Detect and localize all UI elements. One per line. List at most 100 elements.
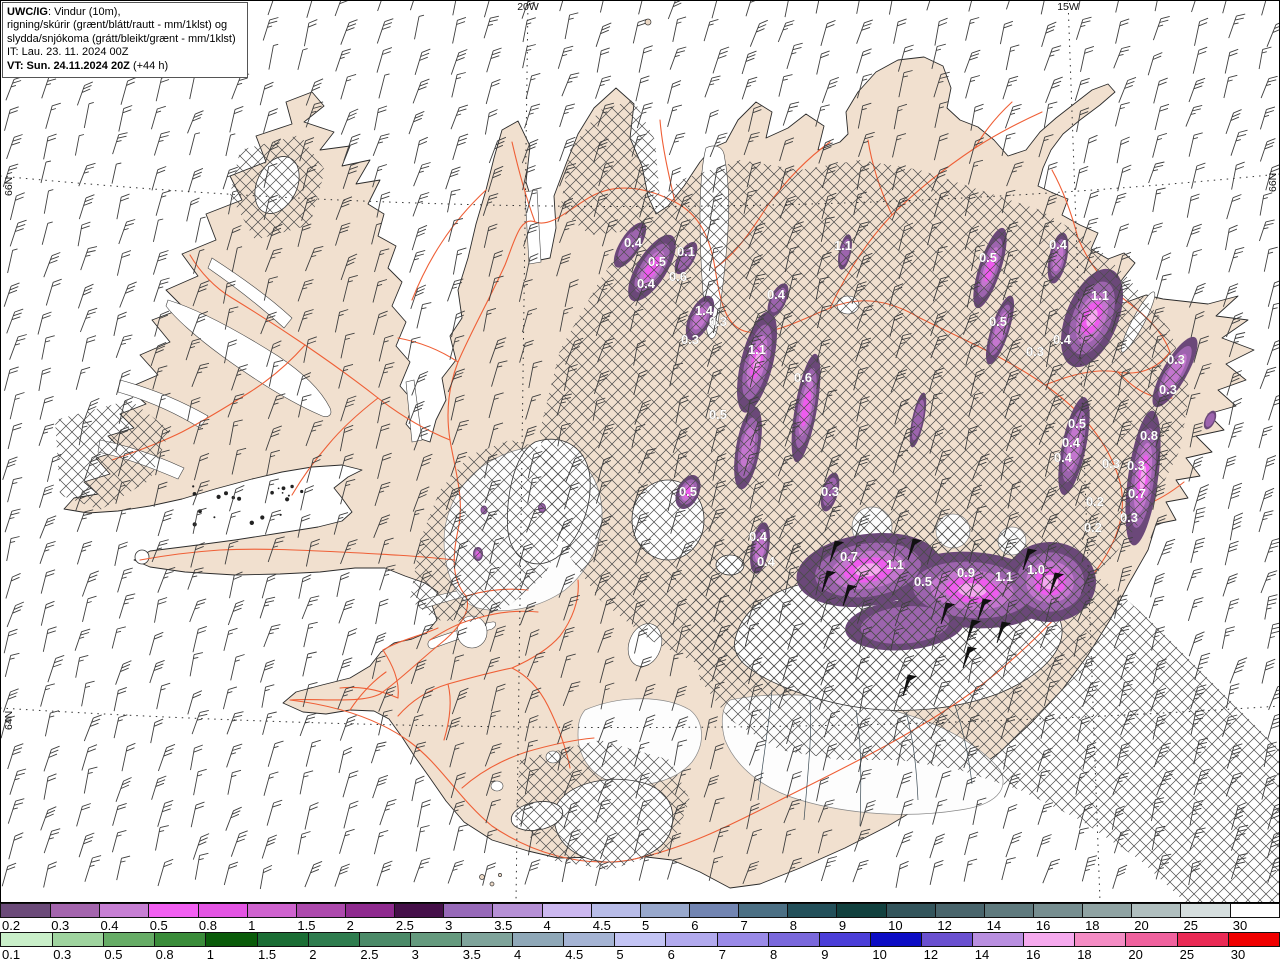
- snow-scale-tick-label: 1.5: [297, 918, 316, 933]
- snow-scale-segment: [443, 904, 493, 917]
- model-name: UWC/IG: [7, 6, 48, 18]
- rain-scale-tick-label: 14: [974, 947, 990, 960]
- rain-scale-tick-label: 2: [309, 947, 317, 960]
- snow-scale-segment: [639, 904, 689, 917]
- snow-scale-tick-label: 6: [691, 918, 699, 933]
- precip-value-label: 0.5: [979, 250, 997, 265]
- snow-scale-segment: [1180, 904, 1230, 917]
- glacier-snaefellsjokull: [134, 549, 150, 565]
- snow-scale-tick-label: 2.5: [395, 918, 414, 933]
- snow-scale-tick-labels: 0.2 0.3 0.4 0.5 0.8 1 1.5 2 2.5 3 3.5 4 4.5 5 6 7 8 9 10 12…: [0, 918, 1280, 933]
- snow-scale-tick-label: 0.5: [149, 918, 168, 933]
- snow-scale-tick-label: 0.8: [198, 918, 217, 933]
- rain-scale-tick-label: 3.5: [462, 947, 481, 960]
- rain-scale-segment: [1074, 933, 1126, 946]
- islet: [281, 492, 284, 494]
- island: [489, 881, 495, 887]
- rain-scale-segment: [1, 933, 53, 946]
- rain-scale-segment: [614, 933, 666, 946]
- snow-scale-segment: [934, 904, 984, 917]
- precip-value-label: 0.2: [1084, 520, 1102, 535]
- rain-scale-tick-label: 25: [1179, 947, 1195, 960]
- snow-scale-tick-label: 3.5: [494, 918, 513, 933]
- snow-scale-segment: [344, 904, 395, 917]
- rain-scale-tick-label: 20: [1128, 947, 1143, 960]
- snow-scale-segment: [541, 904, 591, 917]
- rain-scale-segment: [460, 933, 513, 946]
- snow-scale-segment: [1032, 904, 1083, 917]
- precip-value-label: 0.3: [681, 332, 699, 347]
- snow-scale-tick-label: 25: [1183, 918, 1198, 933]
- precip-value-label: 1.1: [1091, 288, 1109, 303]
- title-line-3: slydda/snjókoma (grátt/bleikt/grænt - mm…: [7, 32, 236, 45]
- precip-value-label: 0.6: [669, 269, 687, 284]
- precip-value-label: 0.5: [679, 484, 697, 499]
- precip-value-label: 0.4: [1053, 332, 1072, 347]
- islet: [270, 490, 274, 495]
- snow-scale-segment: [148, 904, 198, 917]
- rain-scale-segment: [52, 933, 104, 946]
- rain-scale-tick-label: 16: [1026, 947, 1041, 960]
- rain-scale-segment: [665, 933, 717, 946]
- title-line-1: UWC/IG: Vindur (10m),: [7, 6, 243, 19]
- graticule-label: 64N: [3, 711, 15, 730]
- islet: [290, 484, 294, 489]
- precip-value-label: 1.1: [748, 342, 766, 357]
- rain-scale-tick-label: 2.5: [360, 947, 379, 960]
- snow-scale-tick-label: 30: [1232, 918, 1248, 933]
- precip-value-label: 0.3: [1120, 510, 1138, 525]
- rain-scale-segment: [972, 933, 1024, 946]
- snow-scale-tick-label: 18: [1085, 918, 1100, 933]
- islet: [260, 515, 265, 520]
- rain-scale-tick-label: 30: [1230, 947, 1246, 960]
- snow-scale-segment: [1, 904, 51, 917]
- islet: [213, 516, 216, 519]
- forecast-title-box: UWC/IG: Vindur (10m), rigning/skúrir (gr…: [2, 2, 248, 79]
- rain-scale-segment: [154, 933, 206, 946]
- graticule-label: 66N: [3, 177, 15, 196]
- title-variables: : Vindur (10m),: [47, 6, 121, 18]
- rain-scale-tick-label: 12: [923, 947, 939, 960]
- graticule-label: 66N: [1267, 173, 1279, 192]
- precip-value-label: 0.3: [1127, 458, 1145, 473]
- precip-value-label: 0.5: [648, 254, 666, 269]
- snow-scale-tick-label: 14: [986, 918, 1002, 933]
- rain-scale-tick-label: 0.1: [2, 947, 21, 960]
- init-time: IT: Lau. 23. 11. 2024 00Z: [7, 46, 129, 59]
- snow-scale-bar: [0, 903, 1280, 918]
- precip-value-label: 0.4: [757, 554, 776, 569]
- graticule-label: 15W: [1057, 1, 1079, 13]
- rain-scale-tick-label: 18: [1077, 947, 1092, 960]
- precip-value-label: 0.4: [1062, 435, 1081, 450]
- snow-scale-segment: [787, 904, 837, 917]
- precip-value-label: 0.3: [1159, 382, 1177, 397]
- rain-scale-tick-label: 10: [872, 947, 887, 960]
- snow-scale-segment: [885, 904, 935, 917]
- rain-scale-tick-label: 6: [667, 947, 675, 960]
- precip-value-label: 0.7: [1128, 486, 1146, 501]
- precip-value-label: 0.1: [677, 244, 695, 259]
- rain-scale-tick-label: 9: [821, 947, 829, 960]
- rain-scale-segment: [869, 933, 921, 946]
- weather-map-viewer: 20W 15W 66N 66N 64N 0.4 0.5 0.1 0.6 0.4 1.4 0.3 0.3…: [0, 0, 1280, 960]
- snow-scale-segment: [688, 904, 739, 917]
- snow-scale-segment: [1131, 904, 1181, 917]
- rain-scale-tick-label: 4.5: [565, 947, 584, 960]
- snow-scale-segment: [50, 904, 100, 917]
- islet: [216, 494, 221, 499]
- snow-scale-segment: [1229, 904, 1279, 917]
- snow-scale-segment: [295, 904, 345, 917]
- snow-scale-tick-label: 0.2: [2, 918, 21, 933]
- rain-scale-segment: [1176, 933, 1228, 946]
- snow-scale-tick-label: 1: [248, 918, 256, 933]
- rain-scale-segment: [563, 933, 615, 946]
- rain-scale-segment: [818, 933, 870, 946]
- rain-scale-tick-label: 4: [514, 947, 522, 960]
- precip-value-label: 0.4: [767, 287, 786, 302]
- islet: [281, 486, 286, 491]
- rain-scale-segment: [716, 933, 768, 946]
- precip-value-label: 0.3: [1167, 352, 1185, 367]
- islet: [192, 485, 195, 488]
- snow-scale-segment: [492, 904, 542, 917]
- precip-value-label: 0.5: [709, 407, 727, 422]
